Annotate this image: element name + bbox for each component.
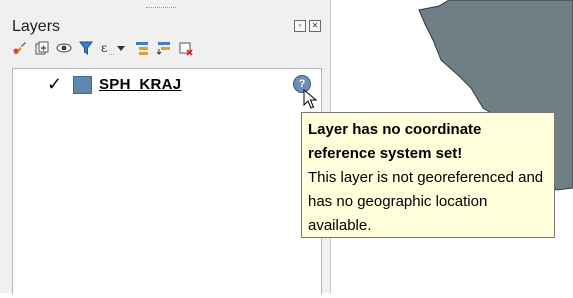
dropdown-arrow-icon[interactable] xyxy=(115,40,127,56)
remove-layer-icon[interactable] xyxy=(178,40,194,56)
crs-warning-tooltip: Layer has no coordinate reference system… xyxy=(301,112,555,238)
collapse-all-icon[interactable] xyxy=(156,40,172,56)
tooltip-title: Layer has no coordinate reference system… xyxy=(308,121,482,162)
panel-title: Layers xyxy=(12,18,61,35)
expand-all-icon[interactable] xyxy=(134,40,150,56)
layers-panel: Layers ▫ ✕ ε … ✓ SPH_KRAJ ? xyxy=(0,0,331,294)
layer-tree[interactable]: ✓ SPH_KRAJ ? xyxy=(12,68,322,294)
layer-symbol-swatch[interactable] xyxy=(73,76,92,94)
panel-drag-handle[interactable] xyxy=(146,7,176,10)
svg-text:ε: ε xyxy=(101,41,107,55)
layer-name[interactable]: SPH_KRAJ xyxy=(99,76,181,93)
filter-by-expression-icon[interactable]: ε … xyxy=(100,40,116,56)
float-icon[interactable]: ▫ xyxy=(294,20,306,32)
layer-row[interactable]: ✓ SPH_KRAJ ? xyxy=(13,75,319,109)
manage-map-themes-icon[interactable] xyxy=(56,40,72,56)
mouse-cursor-icon xyxy=(303,89,317,109)
layer-visibility-checkbox[interactable]: ✓ xyxy=(47,75,62,93)
filter-legend-icon[interactable] xyxy=(78,40,94,56)
open-layer-styling-icon[interactable] xyxy=(12,40,28,56)
svg-text:…: … xyxy=(108,50,115,56)
tooltip-body: This layer is not georeferenced and has … xyxy=(308,169,544,234)
close-icon[interactable]: ✕ xyxy=(309,20,321,32)
add-group-icon[interactable] xyxy=(34,40,50,56)
